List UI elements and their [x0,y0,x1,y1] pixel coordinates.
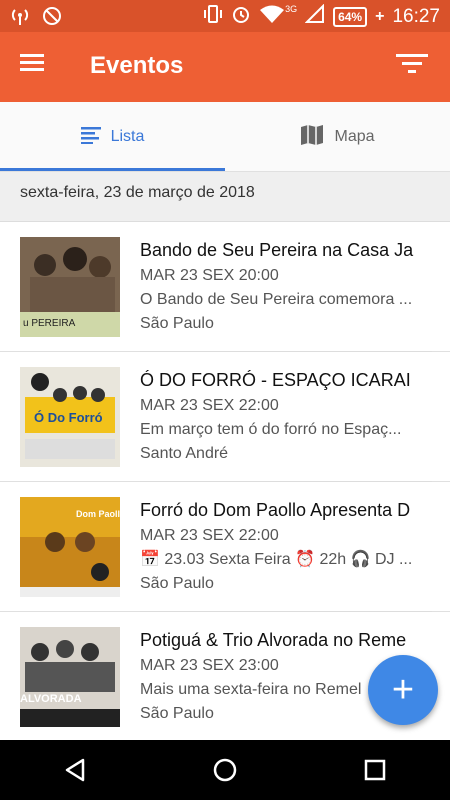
event-list-item[interactable]: Ó Do Forró Ó DO FORRÓ - ESPAÇO ICARAI MA… [0,352,450,482]
filter-icon[interactable] [396,52,436,82]
event-thumbnail: u PEREIRA [20,237,120,337]
event-description: 📅 23.03 Sexta Feira ⏰ 22h 🎧 DJ ... [140,551,413,568]
event-thumbnail: Ó Do Forró [20,367,120,467]
broadcast-icon [10,6,30,31]
home-icon[interactable] [205,750,245,790]
no-sync-icon [42,6,62,31]
clock: 16:27 [392,6,440,27]
tab-lista[interactable]: Lista [0,102,225,172]
view-tabs: Lista Mapa [0,102,450,172]
hamburger-menu-icon[interactable] [20,52,60,82]
event-thumbnail: Dom Paollo [20,497,120,597]
recents-icon[interactable] [355,750,395,790]
thumb-caption: Ó Do Forró [34,410,103,425]
event-datetime: MAR 23 SEX 20:00 [140,267,279,284]
map-icon [300,124,324,151]
app-bar: Eventos [0,32,450,102]
event-city: Santo André [140,445,229,462]
signal-icon [304,3,325,30]
event-city: São Paulo [140,575,214,592]
alarm-icon [231,4,251,30]
event-list-item[interactable]: u PEREIRA Bando de Seu Pereira na Casa J… [0,222,450,352]
system-navigation-bar [0,740,450,800]
page-title: Eventos [90,52,184,79]
event-city: São Paulo [140,315,214,332]
event-description: Em março tem ó do forró no Espaç... [140,421,402,438]
event-datetime: MAR 23 SEX 22:00 [140,527,279,544]
event-list-item[interactable]: Dom Paollo Forró do Dom Paollo Apresenta… [0,482,450,612]
event-title: Bando de Seu Pereira na Casa Ja [140,240,414,260]
list-icon [80,126,101,149]
event-datetime: MAR 23 SEX 22:00 [140,397,279,414]
thumb-caption: u PEREIRA [23,318,76,329]
back-icon[interactable] [55,750,95,790]
charging-plus-icon: + [375,8,385,25]
add-event-button[interactable]: + [368,655,438,725]
tab-mapa[interactable]: Mapa [225,102,450,172]
event-title: Potiguá & Trio Alvorada no Reme [140,630,407,650]
event-description: O Bando de Seu Pereira comemora ... [140,291,413,308]
tab-label: Lista [110,128,145,145]
event-title: Ó DO FORRÓ - ESPAÇO ICARAI [140,370,411,390]
battery-indicator: 64% [333,7,368,27]
tab-label: Mapa [334,128,375,145]
vibrate-icon [203,4,223,30]
event-thumbnail: ALVORADA [20,627,120,727]
tab-indicator [0,168,225,171]
status-bar: 3G 64% + 16:27 [0,0,450,32]
event-title: Forró do Dom Paollo Apresenta D [140,500,411,520]
network-type-label: 3G [285,4,298,14]
thumb-caption: Dom Paollo [76,509,120,519]
wifi-icon [259,4,285,30]
thumb-caption: ALVORADA [20,693,82,705]
date-section-header: sexta-feira, 23 de março de 2018 [0,172,450,222]
